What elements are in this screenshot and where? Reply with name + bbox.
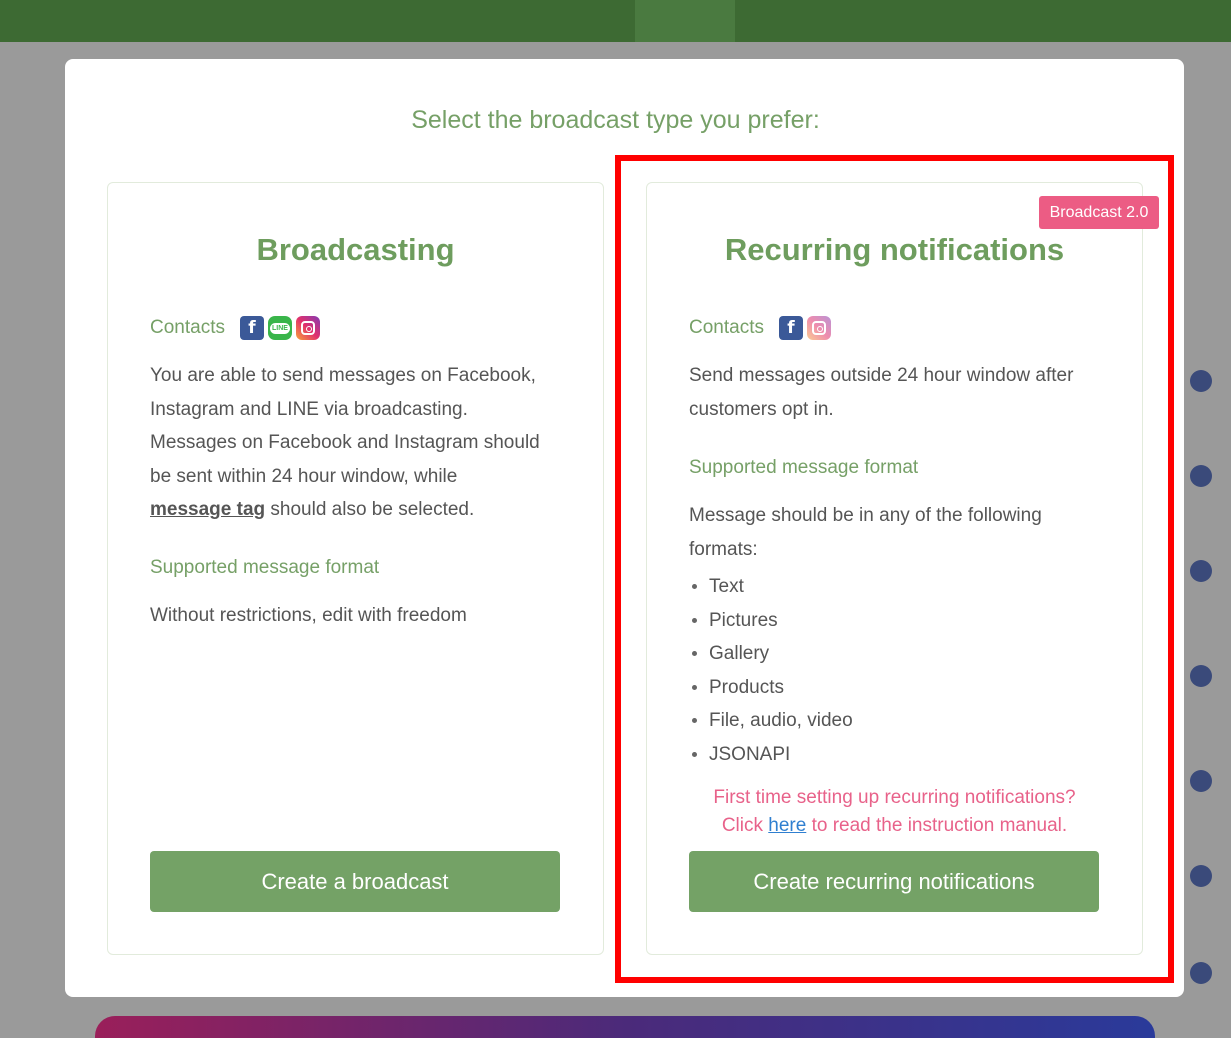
instagram-icon xyxy=(807,316,831,340)
broadcasting-description-line: Messages on Facebook and Instagram shoul… xyxy=(150,432,540,454)
background-dot xyxy=(1190,865,1212,887)
recurring-contacts-label: Contacts xyxy=(689,317,764,338)
background-dot xyxy=(1190,560,1212,582)
broadcasting-channel-icons: f LINE xyxy=(240,316,320,340)
recurring-description-line: customers opt in. xyxy=(689,398,834,420)
supported-formats-list: Text Pictures Gallery Products File, aud… xyxy=(689,570,853,771)
instruction-hint-suffix: to read the instruction manual. xyxy=(806,815,1068,836)
list-item: Pictures xyxy=(689,604,853,638)
broadcasting-description-line: message tag should also be selected. xyxy=(150,493,570,527)
broadcasting-title: Broadcasting xyxy=(256,232,455,267)
background-dot xyxy=(1190,465,1212,487)
broadcasting-description-tail: should also be selected. xyxy=(265,499,475,521)
background-dot xyxy=(1190,962,1212,984)
instruction-hint-prefix: Click xyxy=(721,815,769,836)
recurring-description-line: Send messages outside 24 hour window aft… xyxy=(689,365,1074,386)
broadcasting-description-line: Instagram and LINE via broadcasting. xyxy=(150,398,468,420)
broadcasting-format-label: Supported message format xyxy=(150,557,380,578)
instagram-icon xyxy=(296,316,320,340)
recurring-description: Send messages outside 24 hour window aft… xyxy=(689,359,1109,426)
list-item: Gallery xyxy=(689,637,853,671)
list-item: File, audio, video xyxy=(689,704,853,738)
list-item: Products xyxy=(689,671,853,705)
facebook-icon: f xyxy=(779,316,803,340)
message-tag-link[interactable]: message tag xyxy=(150,499,265,520)
broadcasting-description-line: be sent within 24 hour window, while xyxy=(150,465,458,487)
recurring-format-text: Message should be in any of the followin… xyxy=(689,499,1109,566)
facebook-icon: f xyxy=(240,316,264,340)
recurring-format-label: Supported message format xyxy=(689,457,919,478)
broadcasting-description-line: You are able to send messages on Faceboo… xyxy=(150,365,536,386)
broadcast-version-badge: Broadcast 2.0 xyxy=(1039,196,1159,229)
list-item: Text xyxy=(689,570,853,604)
list-item: JSONAPI xyxy=(689,738,853,772)
broadcasting-format-text: Without restrictions, edit with freedom xyxy=(150,605,467,626)
instruction-hint: First time setting up recurring notifica… xyxy=(646,784,1143,840)
modal-title: Select the broadcast type you prefer: xyxy=(411,106,820,134)
background-dot xyxy=(1190,770,1212,792)
recurring-format-line: Message should be in any of the followin… xyxy=(689,505,1042,526)
recurring-notifications-title: Recurring notifications xyxy=(724,232,1065,267)
background-dot xyxy=(1190,370,1212,392)
instruction-hint-question: First time setting up recurring notifica… xyxy=(713,787,1076,808)
create-broadcast-button[interactable]: Create a broadcast xyxy=(150,851,560,912)
broadcasting-description: You are able to send messages on Faceboo… xyxy=(150,359,570,527)
broadcasting-contacts-label: Contacts xyxy=(150,317,225,338)
recurring-format-line: formats: xyxy=(689,538,758,560)
background-banner xyxy=(95,1016,1155,1038)
background-active-tab xyxy=(635,0,735,42)
background-dot xyxy=(1190,665,1212,687)
recurring-channel-icons: f xyxy=(779,316,831,340)
line-icon: LINE xyxy=(268,316,292,340)
background-top-bar xyxy=(0,0,1231,42)
create-recurring-notifications-button[interactable]: Create recurring notifications xyxy=(689,851,1099,912)
instruction-manual-link[interactable]: here xyxy=(768,815,806,836)
instruction-hint-line: Click here to read the instruction manua… xyxy=(646,812,1143,840)
